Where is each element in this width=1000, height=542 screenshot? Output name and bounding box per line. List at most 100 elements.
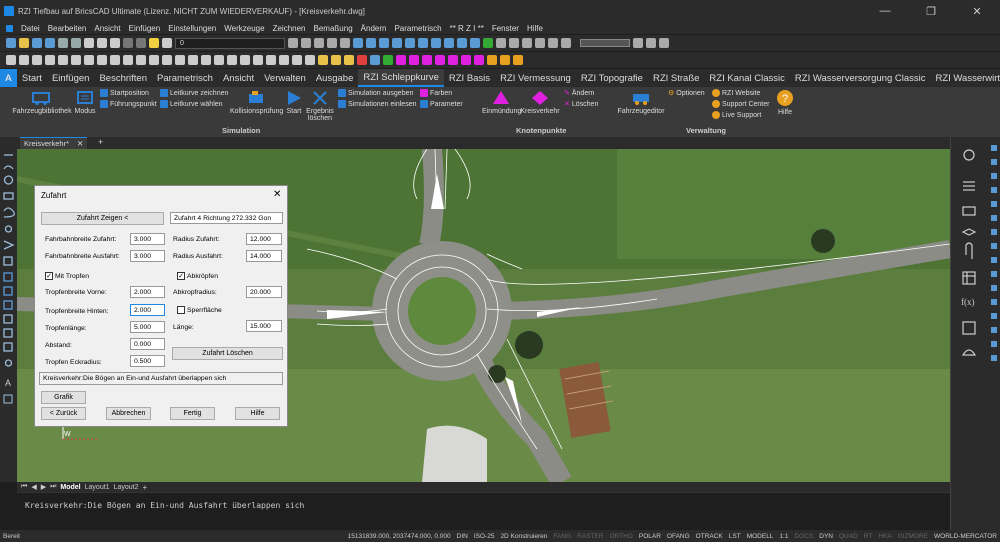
fahrzeugbibliothek-button[interactable]: Fahrzeugbibliothek <box>12 90 72 115</box>
menu-hilfe[interactable]: Hilfe <box>527 24 543 33</box>
hilfe-dialog-button[interactable]: Hilfe <box>235 407 280 420</box>
optionen-button[interactable]: ⚙ Optionen <box>668 89 705 98</box>
cut-icon[interactable] <box>84 38 94 48</box>
fillet-icon[interactable] <box>279 55 289 65</box>
view-iso-icon[interactable] <box>405 38 415 48</box>
preview-icon[interactable] <box>71 38 81 48</box>
orbit-icon[interactable] <box>561 38 571 48</box>
close-window-button[interactable]: ✕ <box>954 0 1000 22</box>
support-center-button[interactable]: Support Center <box>712 100 769 108</box>
grafik-button[interactable]: Grafik <box>41 391 86 404</box>
tab-einfuegen[interactable]: Einfügen <box>47 69 95 87</box>
dim-2-icon[interactable] <box>331 55 341 65</box>
print-icon[interactable] <box>58 38 68 48</box>
teckradius-input[interactable]: 0.500 <box>130 355 165 367</box>
tab-rzi-wasserversorgung[interactable]: RZI Wasserversorgung Classic <box>790 69 931 87</box>
menu-einstellungen[interactable]: Einstellungen <box>168 24 216 33</box>
dim-icon[interactable] <box>318 55 328 65</box>
arc-icon[interactable] <box>58 55 68 65</box>
tab-rzi-wasserwirtschaft[interactable]: RZI Wasserwirtschaft Pro <box>930 69 1000 87</box>
open-icon[interactable] <box>19 38 29 48</box>
tab-beschriften[interactable]: Beschriften <box>94 69 152 87</box>
menu-app-icon[interactable] <box>6 24 13 32</box>
status-ofang[interactable]: OFANG <box>664 533 693 540</box>
erase-icon[interactable] <box>305 55 315 65</box>
rzi-tool-8-icon[interactable] <box>487 55 497 65</box>
status-scale[interactable]: 1:1 <box>776 533 791 540</box>
laenge-input[interactable]: 15.000 <box>246 320 282 332</box>
ellipse-icon[interactable] <box>97 55 107 65</box>
fuehrungspunkt-button[interactable]: Führungspunkt <box>100 100 157 108</box>
status-polar[interactable]: POLAR <box>636 533 664 540</box>
offset-icon[interactable] <box>240 55 250 65</box>
tab-start[interactable]: Start <box>17 69 47 87</box>
ergebnis-loeschen-button[interactable]: Ergebnis löschen <box>306 90 334 122</box>
einmuendung-button[interactable]: Einmündung <box>482 90 521 115</box>
polyline-icon[interactable] <box>32 55 42 65</box>
layout-nav-last-icon[interactable]: ⏭ <box>50 483 56 491</box>
command-line[interactable]: Kreisverkehr:Die Bögen an Ein-und Ausfah… <box>17 492 950 530</box>
mtext-icon[interactable] <box>149 55 159 65</box>
start-simulation-button[interactable]: Start <box>284 90 304 115</box>
globe-icon[interactable] <box>483 38 493 48</box>
rzi-tool-5-icon[interactable] <box>448 55 458 65</box>
view-cube-icon[interactable] <box>353 38 363 48</box>
rzi-tool-3-icon[interactable] <box>422 55 432 65</box>
status-raster[interactable]: RASTER <box>574 533 606 540</box>
add-layout-button[interactable]: + <box>142 483 147 492</box>
menu-ansicht[interactable]: Ansicht <box>94 24 120 33</box>
tab-rzi-strasse[interactable]: RZI Straße <box>648 69 704 87</box>
zufahrt-loeschen-button[interactable]: Zufahrt Löschen <box>172 347 283 360</box>
tab-rzi-schleppkurve[interactable]: RZI Schleppkurve <box>358 69 444 87</box>
paste-icon[interactable] <box>110 38 120 48</box>
simulationen-einlesen-button[interactable]: Simulationen einlesen <box>338 100 417 108</box>
explode-icon[interactable] <box>292 55 302 65</box>
menu-datei[interactable]: Datei <box>21 24 40 33</box>
save-as-icon[interactable] <box>45 38 55 48</box>
tab-verwalten[interactable]: Verwalten <box>259 69 311 87</box>
mit-tropfen-checkbox[interactable]: ✓ <box>45 272 53 280</box>
layer-bulb-icon[interactable] <box>149 38 159 48</box>
layout-nav-first-icon[interactable]: ⏮ <box>21 483 27 491</box>
trim-icon[interactable] <box>253 55 263 65</box>
menu-bemassung[interactable]: Bemaßung <box>314 24 353 33</box>
rzi-tool-6-icon[interactable] <box>461 55 471 65</box>
menu-werkzeuge[interactable]: Werkzeuge <box>224 24 264 33</box>
fahrzeugeditor-button[interactable]: Fahrzeugeditor <box>616 90 666 115</box>
kollisionspruefung-button[interactable]: Kollisionsprüfung <box>230 90 283 115</box>
view-right-icon[interactable] <box>392 38 402 48</box>
rect-icon[interactable] <box>71 55 81 65</box>
app-menu-button[interactable]: A <box>0 69 17 87</box>
layer-tool-icon[interactable] <box>288 38 298 48</box>
mirror-icon[interactable] <box>227 55 237 65</box>
status-fang[interactable]: FANG <box>550 533 574 540</box>
abstand-input[interactable]: 0.000 <box>130 338 165 350</box>
circle-icon[interactable] <box>45 55 55 65</box>
status-rt[interactable]: RT <box>861 533 876 540</box>
line-icon[interactable] <box>19 55 29 65</box>
layout-nav-prev-icon[interactable]: ◀ <box>31 483 36 491</box>
tb-hinten-input[interactable]: 2.000 <box>130 304 165 316</box>
tab-layout2[interactable]: Layout2 <box>114 484 139 491</box>
modus-button[interactable]: Modus <box>72 90 98 115</box>
fb-ausfahrt-input[interactable]: 3.000 <box>130 250 165 262</box>
move-icon[interactable] <box>175 55 185 65</box>
view-front-icon[interactable] <box>379 38 389 48</box>
hilfe-button[interactable]: ? Hilfe <box>774 89 796 116</box>
zoom-icon[interactable] <box>496 38 506 48</box>
rzi-website-button[interactable]: RZI Website <box>712 89 760 97</box>
view-iso-4-icon[interactable] <box>444 38 454 48</box>
menu-zeichnen[interactable]: Zeichnen <box>273 24 306 33</box>
status-crs[interactable]: WORLD-MERCATOR <box>931 533 1000 540</box>
tab-ausgabe[interactable]: Ausgabe <box>311 69 359 87</box>
copy-icon[interactable] <box>97 38 107 48</box>
tab-layout1[interactable]: Layout1 <box>85 484 110 491</box>
layer-tool-5-icon[interactable] <box>340 38 350 48</box>
leitkurve-zeichnen-button[interactable]: Leitkurve zeichnen <box>160 89 228 97</box>
layout-nav-next-icon[interactable]: ▶ <box>41 483 46 491</box>
rzi-tool-2-icon[interactable] <box>409 55 419 65</box>
layer-tool-2-icon[interactable] <box>301 38 311 48</box>
new-tab-button[interactable]: + <box>98 137 103 147</box>
farben-button[interactable]: Farben <box>420 89 452 97</box>
point-icon[interactable] <box>110 55 120 65</box>
